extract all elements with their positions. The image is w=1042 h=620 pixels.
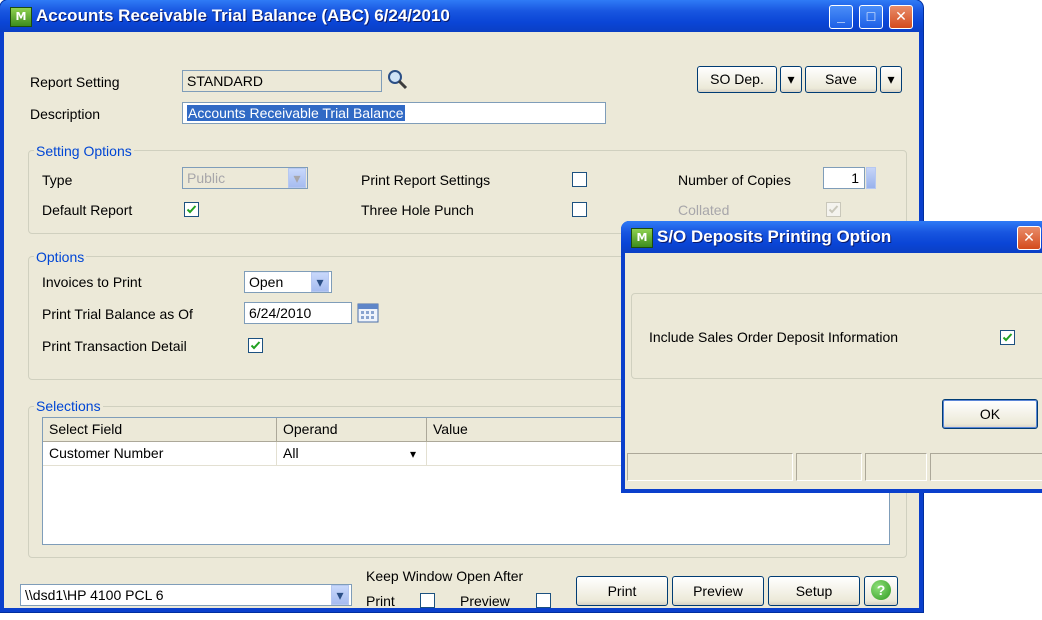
chevron-down-icon: ▾ (887, 71, 895, 87)
dialog-app-icon: M (631, 228, 653, 248)
column-header-select-field[interactable]: Select Field (43, 418, 277, 442)
printer-value: \\dsd1\HP 4100 PCL 6 (25, 587, 164, 603)
window-title: Accounts Receivable Trial Balance (ABC) … (36, 6, 450, 25)
as-of-label: Print Trial Balance as Of (42, 306, 193, 322)
calendar-icon[interactable] (357, 303, 379, 323)
row-select-field[interactable]: Customer Number (43, 442, 277, 466)
default-report-label: Default Report (42, 202, 133, 218)
three-hole-punch-checkbox[interactable] (572, 202, 587, 217)
maximize-icon: □ (866, 8, 876, 24)
status-pane (796, 453, 862, 481)
detail-label: Print Transaction Detail (42, 338, 187, 354)
copies-field[interactable]: 1 (823, 167, 865, 189)
ok-button[interactable]: OK (942, 399, 1038, 429)
copies-label: Number of Copies (678, 172, 791, 188)
invoices-dropdown-icon[interactable]: ▾ (311, 272, 329, 292)
keep-open-preview-label: Preview (460, 593, 510, 609)
copies-spinner[interactable] (866, 167, 876, 189)
dialog-title-bar[interactable]: M S/O Deposits Printing Option ✕ (621, 221, 1042, 253)
default-report-checkbox[interactable] (184, 202, 199, 217)
operand-dropdown-icon[interactable]: ▾ (403, 445, 423, 463)
printer-dropdown-icon[interactable]: ▾ (331, 585, 349, 605)
status-pane (865, 453, 927, 481)
detail-checkbox[interactable] (248, 338, 263, 353)
keep-open-preview-checkbox[interactable] (536, 593, 551, 608)
preview-button[interactable]: Preview (672, 576, 764, 606)
print-report-settings-checkbox[interactable] (572, 172, 587, 187)
dialog-title: S/O Deposits Printing Option (657, 227, 892, 246)
selections-title: Selections (34, 398, 103, 414)
status-pane (627, 453, 793, 481)
as-of-date-field[interactable]: 6/24/2010 (244, 302, 352, 324)
save-dropdown-button[interactable]: ▾ (880, 66, 902, 93)
so-deposits-dialog: M S/O Deposits Printing Option ✕ Include… (621, 221, 1042, 493)
invoices-label: Invoices to Print (42, 274, 142, 290)
collated-label: Collated (678, 202, 730, 218)
dialog-close-button[interactable]: ✕ (1017, 226, 1041, 250)
type-value: Public (187, 170, 226, 186)
so-dep-button[interactable]: SO Dep. (697, 66, 777, 93)
dialog-status-bar (625, 453, 1042, 485)
report-setting-field[interactable]: STANDARD (182, 70, 382, 92)
description-field[interactable]: Accounts Receivable Trial Balance (182, 102, 606, 124)
include-deposit-checkbox[interactable] (1000, 330, 1015, 345)
report-setting-label: Report Setting (30, 74, 120, 90)
print-report-settings-label: Print Report Settings (361, 172, 491, 188)
save-button[interactable]: Save (805, 66, 877, 93)
minimize-icon: _ (837, 8, 845, 24)
maximize-button[interactable]: □ (859, 5, 883, 29)
column-header-operand[interactable]: Operand (277, 418, 427, 442)
description-value: Accounts Receivable Trial Balance (187, 105, 405, 121)
options-title: Options (34, 249, 87, 265)
printer-select[interactable]: \\dsd1\HP 4100 PCL 6 (20, 584, 352, 606)
keep-open-print-checkbox[interactable] (420, 593, 435, 608)
title-bar[interactable]: M Accounts Receivable Trial Balance (ABC… (0, 0, 923, 32)
close-icon: ✕ (895, 8, 907, 24)
print-button[interactable]: Print (576, 576, 668, 606)
keep-open-print-label: Print (366, 593, 395, 609)
app-icon: M (10, 7, 32, 27)
status-pane (930, 453, 1042, 481)
type-label: Type (42, 172, 73, 188)
description-label: Description (30, 106, 101, 122)
lookup-icon[interactable] (386, 68, 410, 92)
close-button[interactable]: ✕ (889, 5, 913, 29)
setup-button[interactable]: Setup (768, 576, 860, 606)
so-dep-dropdown-button[interactable]: ▾ (780, 66, 802, 93)
help-button[interactable]: ? (864, 576, 898, 606)
setting-options-title: Setting Options (34, 143, 134, 159)
chevron-down-icon: ▾ (787, 71, 795, 87)
help-icon: ? (871, 580, 891, 600)
collated-checkbox (826, 202, 841, 217)
dialog-client: Include Sales Order Deposit Information … (625, 253, 1042, 489)
minimize-button[interactable]: _ (829, 5, 853, 29)
invoices-value: Open (249, 274, 284, 290)
three-hole-punch-label: Three Hole Punch (361, 202, 474, 218)
include-deposit-label: Include Sales Order Deposit Information (649, 329, 899, 345)
close-icon: ✕ (1023, 229, 1035, 245)
type-dropdown-icon: ▾ (288, 168, 306, 188)
keep-open-label: Keep Window Open After (366, 568, 524, 584)
